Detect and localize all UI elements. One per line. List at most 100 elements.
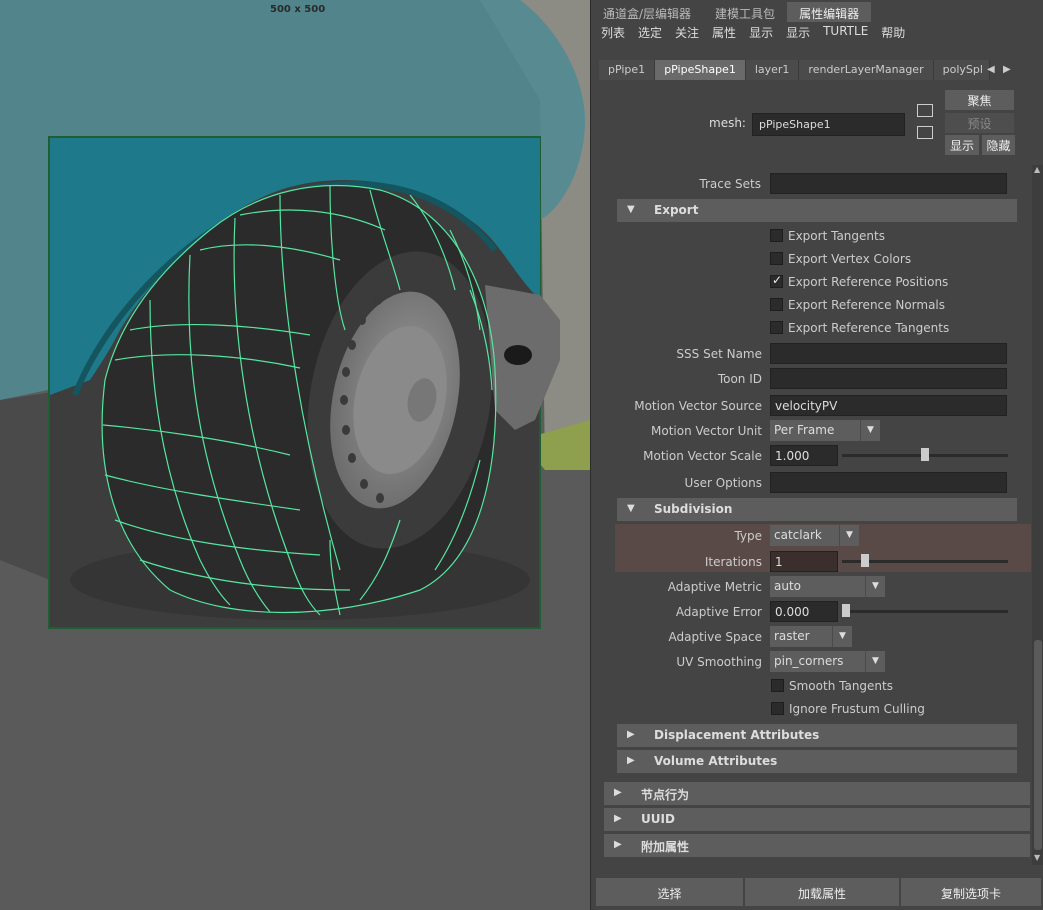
adaptive-error-slider-handle[interactable] [842, 604, 850, 617]
uv-smoothing-dropdown[interactable]: pin_corners ▼ [770, 651, 885, 672]
dropdown-arrow-icon: ▼ [865, 576, 885, 597]
adaptive-metric-label: Adaptive Metric [667, 580, 762, 594]
node-tab-renderlayermanager[interactable]: renderLayerManager [799, 60, 934, 80]
subdivision-type-dropdown[interactable]: catclark ▼ [770, 525, 859, 546]
motion-vector-scale-field[interactable]: 1.000 [770, 445, 838, 466]
menu-list[interactable]: 列表 [601, 22, 634, 44]
menu-help[interactable]: 帮助 [881, 22, 914, 44]
tab-attribute-editor[interactable]: 属性编辑器 [787, 2, 872, 22]
scroll-down-icon[interactable]: ▼ [1034, 853, 1040, 862]
adaptive-metric-dropdown[interactable]: auto ▼ [770, 576, 885, 597]
trace-sets-field[interactable] [770, 173, 1007, 194]
export-tangents-label: Export Tangents [788, 229, 885, 243]
mesh-name-field[interactable]: pPipeShape1 [752, 113, 905, 136]
attribute-editor-panel: 通道盒/层编辑器 建模工具包 属性编辑器 列表 选定 关注 属性 显示 显示 T… [590, 0, 1043, 910]
input-connection-icon[interactable] [917, 104, 933, 117]
export-reference-normals-label: Export Reference Normals [788, 298, 946, 312]
motion-vector-source-label: Motion Vector Source [634, 399, 762, 413]
adaptive-space-dropdown[interactable]: raster ▼ [770, 626, 852, 647]
dropdown-arrow-icon: ▼ [832, 626, 852, 647]
sss-set-name-label: SSS Set Name [676, 347, 762, 361]
sss-set-name-field[interactable] [770, 343, 1007, 364]
menu-turtle[interactable]: TURTLE [823, 22, 877, 44]
subdivision-type-value: catclark [774, 528, 822, 542]
toon-id-label: Toon ID [717, 372, 762, 386]
motion-vector-unit-dropdown[interactable]: Per Frame ▼ [770, 420, 880, 441]
iterations-label: Iterations [704, 555, 762, 569]
copy-tab-button[interactable]: 复制选项卡 [901, 878, 1041, 906]
bottom-button-bar: 选择 加载属性 复制选项卡 [591, 878, 1043, 906]
dropdown-arrow-icon: ▼ [860, 420, 880, 441]
expand-triangle-icon: ▶ [614, 839, 622, 850]
menu-show[interactable]: 显示 [749, 22, 782, 44]
output-connection-icon[interactable] [917, 126, 933, 139]
toon-id-field[interactable] [770, 368, 1007, 389]
uuid-section-header[interactable]: ▶ UUID [604, 808, 1030, 831]
motion-vector-source-field[interactable]: velocityPV [770, 395, 1007, 416]
load-attributes-button[interactable]: 加载属性 [745, 878, 899, 906]
export-reference-positions-checkbox[interactable] [770, 273, 783, 288]
volume-section-header[interactable]: ▶ Volume Attributes [617, 750, 1017, 773]
export-tangents-checkbox[interactable] [770, 229, 783, 242]
scrollbar-thumb[interactable] [1034, 640, 1042, 850]
tab-modeling-toolkit[interactable]: 建模工具包 [703, 2, 787, 22]
trace-sets-label: Trace Sets [699, 177, 761, 191]
expand-triangle-icon: ▶ [627, 729, 635, 740]
export-vertex-colors-label: Export Vertex Colors [788, 252, 912, 266]
menu-selected[interactable]: 选定 [638, 22, 671, 44]
iterations-field[interactable]: 1 [770, 551, 838, 572]
export-reference-tangents-checkbox[interactable] [770, 321, 783, 334]
export-reference-normals-checkbox[interactable] [770, 298, 783, 311]
hide-button[interactable]: 隐藏 [982, 135, 1015, 155]
adaptive-error-label: Adaptive Error [675, 605, 762, 619]
adaptive-error-slider[interactable] [842, 610, 1008, 613]
motion-vector-unit-value: Per Frame [774, 423, 835, 437]
tab-scroll-right-icon[interactable]: ▶ [1003, 64, 1011, 75]
menu-focus[interactable]: 关注 [675, 22, 708, 44]
scroll-up-icon[interactable]: ▲ [1034, 165, 1040, 174]
collapse-triangle-icon: ▼ [627, 503, 635, 514]
menu-display[interactable]: 显示 [786, 22, 819, 44]
expand-triangle-icon: ▶ [627, 755, 635, 766]
presets-button[interactable]: 预设 [945, 113, 1014, 133]
focus-button[interactable]: 聚焦 [945, 90, 1014, 110]
ignore-frustum-culling-label: Ignore Frustum Culling [789, 702, 925, 716]
dropdown-arrow-icon: ▼ [839, 525, 859, 546]
node-tab-ppipe1[interactable]: pPipe1 [599, 60, 656, 80]
subdivision-section-header[interactable]: ▼ Subdivision [617, 498, 1017, 521]
node-behavior-section-header[interactable]: ▶ 节点行为 [604, 782, 1030, 805]
node-tab-layer1[interactable]: layer1 [745, 60, 800, 80]
user-options-field[interactable] [770, 472, 1007, 493]
iterations-slider-handle[interactable] [860, 554, 869, 567]
adaptive-space-label: Adaptive Space [668, 630, 763, 644]
show-button[interactable]: 显示 [945, 135, 979, 155]
mesh-label: mesh: [709, 116, 746, 130]
user-options-label: User Options [684, 476, 762, 490]
displacement-section-header[interactable]: ▶ Displacement Attributes [617, 724, 1017, 747]
adaptive-space-value: raster [774, 629, 810, 643]
select-button[interactable]: 选择 [596, 878, 743, 906]
tab-channel-box[interactable]: 通道盒/层编辑器 [591, 2, 703, 22]
node-tab-ppipeshape1[interactable]: pPipeShape1 [655, 60, 746, 80]
extra-attributes-section-header[interactable]: ▶ 附加属性 [604, 834, 1030, 857]
viewport-3d[interactable]: 500 x 500 [0, 0, 590, 910]
motion-vector-unit-label: Motion Vector Unit [651, 424, 762, 438]
node-tab-polysplit[interactable]: polySpl [933, 60, 990, 80]
expand-triangle-icon: ▶ [614, 813, 622, 824]
motion-vector-scale-label: Motion Vector Scale [643, 449, 762, 463]
menu-bar: 列表 选定 关注 属性 显示 显示 TURTLE 帮助 [591, 22, 1043, 44]
export-reference-tangents-label: Export Reference Tangents [788, 321, 950, 335]
smooth-tangents-label: Smooth Tangents [789, 679, 893, 693]
motion-vector-scale-slider-handle[interactable] [921, 448, 929, 461]
vertical-scrollbar[interactable]: ▲ ▼ [1032, 165, 1043, 865]
export-vertex-colors-checkbox[interactable] [770, 252, 783, 265]
ignore-frustum-culling-checkbox[interactable] [771, 702, 784, 715]
smooth-tangents-checkbox[interactable] [771, 679, 784, 692]
menu-attributes[interactable]: 属性 [712, 22, 745, 44]
expand-triangle-icon: ▶ [614, 787, 622, 798]
uv-smoothing-value: pin_corners [774, 654, 844, 668]
export-section-header[interactable]: ▼ Export [617, 199, 1017, 222]
adaptive-error-field[interactable]: 0.000 [770, 601, 838, 622]
tab-scroll-left-icon[interactable]: ◀ [987, 64, 995, 75]
dropdown-arrow-icon: ▼ [865, 651, 885, 672]
